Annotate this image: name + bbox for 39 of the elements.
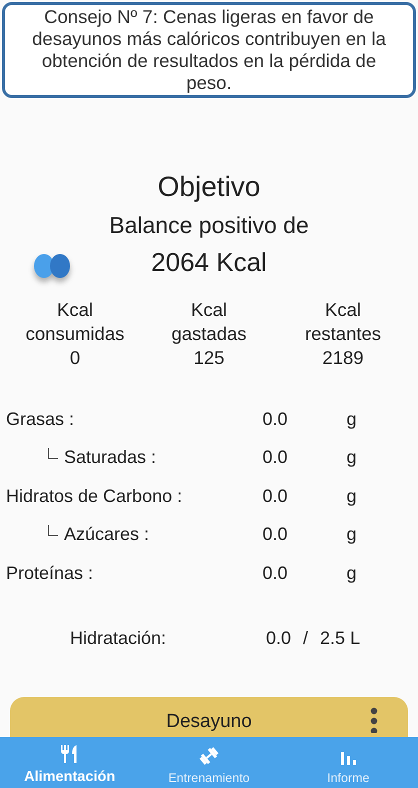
nutrient-unit: g: [345, 562, 358, 584]
kcal-value: 2189: [321, 346, 365, 370]
hydration-target: 2.5 L: [320, 628, 360, 648]
nutrient-unit: g: [345, 408, 358, 430]
kcal-value: 0: [68, 346, 82, 370]
nutrient-value: 0.0: [261, 562, 289, 584]
goal-value: 2064 Kcal: [151, 246, 267, 278]
meal-card[interactable]: Desayuno: [10, 697, 408, 737]
nutrient-value: 0.0: [261, 447, 289, 468]
kcal-label: Kcal restantes: [304, 298, 382, 346]
meal-title: Desayuno: [166, 711, 252, 733]
tip-text: Consejo Nº 7: Cenas ligeras en favor de desayunos más calóricos contribuyen en la obtención de resultados en la pérdida de peso.: [32, 6, 386, 93]
tree-branch-icon: [48, 525, 58, 536]
nav-tab[interactable]: Informe: [278, 737, 418, 788]
tree-branch-icon: [48, 448, 58, 460]
nutrient-value: 0.0: [261, 524, 289, 546]
goal-title: Objetivo: [156, 170, 262, 204]
kcal-label: Kcal consumidas: [24, 298, 126, 346]
more-options-icon[interactable]: [370, 707, 378, 733]
hydration-label: Hidratación:: [70, 628, 168, 648]
nutrient-name: Grasas :: [6, 408, 74, 430]
dumbbell-icon: [198, 747, 219, 765]
nav-tab[interactable]: Entrenamiento: [139, 737, 279, 788]
hydration-separator: /: [303, 628, 308, 648]
nutrient-unit: g: [345, 486, 358, 507]
nutrient-unit: g: [345, 524, 358, 546]
nutrient-name: Saturadas :: [64, 447, 156, 468]
nav-tab[interactable]: Alimentación: [0, 737, 140, 788]
kcal-value: 125: [192, 346, 226, 370]
nutrient-value: 0.0: [261, 486, 289, 507]
nutrient-name: Azúcares :: [64, 524, 150, 546]
goal-subtitle: Balance positivo de: [108, 211, 310, 240]
kcal-label: Kcal gastadas: [170, 298, 248, 346]
nutrient-name: Proteínas :: [6, 562, 94, 584]
hydration-value: 0.0: [266, 628, 292, 648]
nutrient-name: Hidratos de Carbono :: [6, 486, 182, 507]
nutrient-unit: g: [345, 447, 358, 468]
loading-dots-icon: [32, 252, 72, 280]
nutrient-value: 0.0: [261, 408, 289, 430]
